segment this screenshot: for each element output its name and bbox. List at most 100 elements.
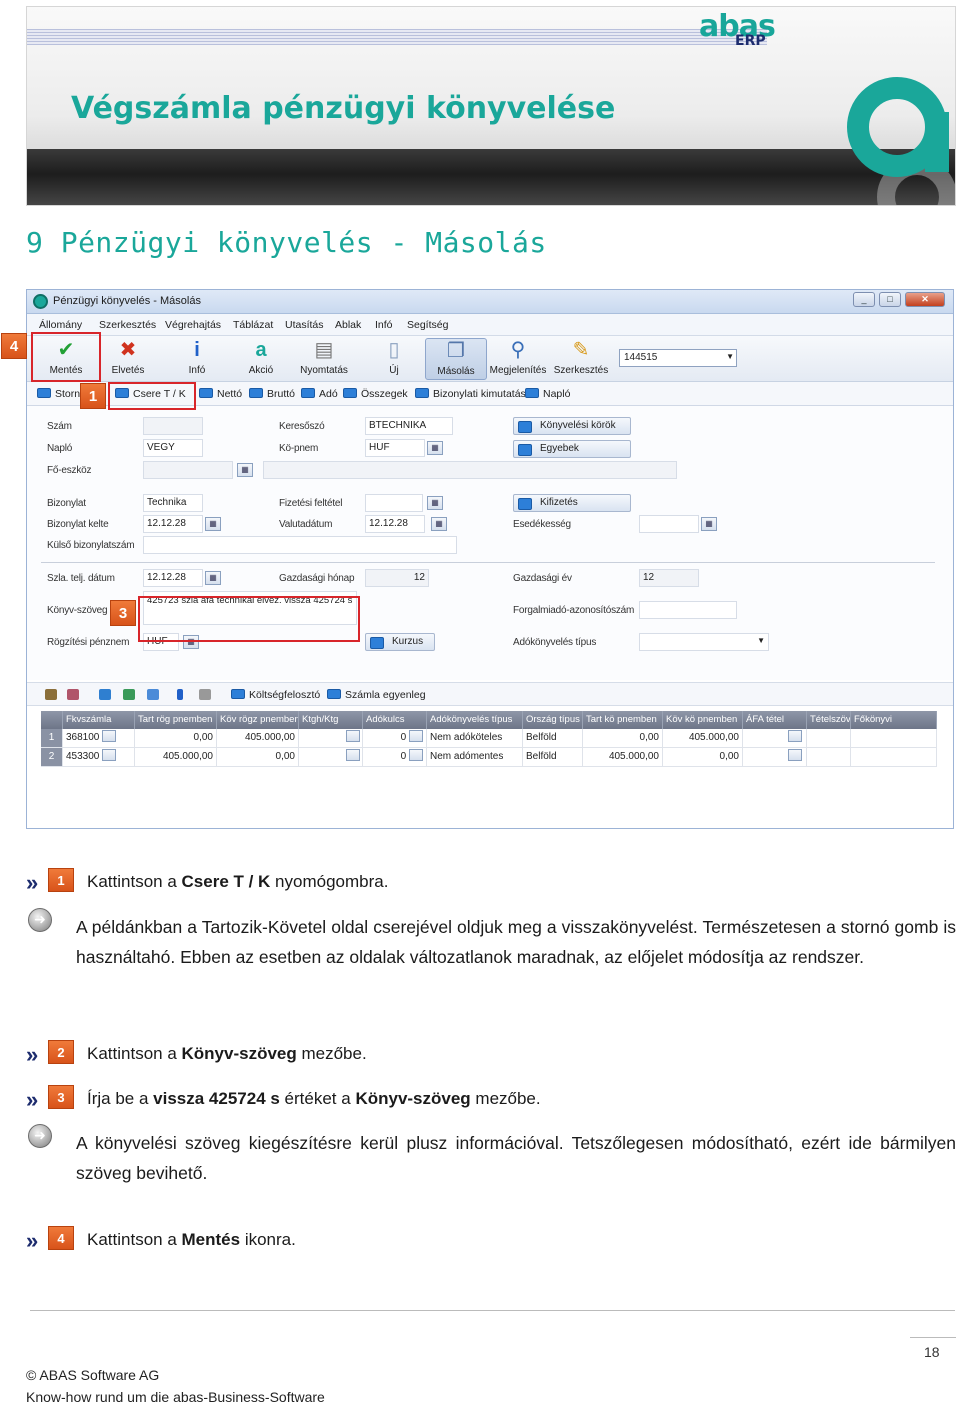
menu-ablak[interactable]: Ablak xyxy=(335,319,361,331)
forgalmi-field[interactable] xyxy=(639,601,737,619)
calendar-icon[interactable]: ▦ xyxy=(205,571,221,585)
col-orszag[interactable]: Ország típus xyxy=(523,711,583,729)
menu-utasitas[interactable]: Utasítás xyxy=(285,319,324,331)
minimize-button[interactable]: _ xyxy=(853,292,875,307)
table-row-cell[interactable]: Nem adóköteles xyxy=(427,729,523,748)
col-tart-ko[interactable]: Tart kö pnemben xyxy=(583,711,663,729)
menu-info[interactable]: Infó xyxy=(375,319,393,331)
col-fokonyvi[interactable]: Főkönyvi xyxy=(851,711,937,729)
exchange-rate-button[interactable]: Kurzus xyxy=(365,633,435,651)
kereso-field[interactable]: BTECHNIKA xyxy=(365,417,453,435)
tax-button[interactable]: Adó xyxy=(301,388,338,400)
menu-szerkesztes[interactable]: Szerkesztés xyxy=(99,319,156,331)
totals-button[interactable]: Összegek xyxy=(343,388,408,400)
menu-allomany[interactable]: Állomány xyxy=(39,319,82,331)
col-fkvszamla[interactable]: Fkvszámla xyxy=(63,711,135,729)
fizetesi-field[interactable] xyxy=(365,494,423,512)
picker-icon[interactable] xyxy=(346,749,360,761)
copy-button[interactable]: ❐ Másolás xyxy=(425,338,487,380)
table-row-cell[interactable]: 405.000,00 xyxy=(217,729,299,748)
table-row-cell[interactable]: 453300 xyxy=(63,748,135,767)
gross-button[interactable]: Bruttó xyxy=(249,388,295,400)
kulso-field[interactable] xyxy=(143,536,457,554)
col-adokulcs[interactable]: Adókulcs xyxy=(363,711,427,729)
printer-icon[interactable] xyxy=(199,689,211,700)
col-adokonyv-tipus[interactable]: Adókönyvelés típus xyxy=(427,711,523,729)
col-kov-ko[interactable]: Köv kö pnemben xyxy=(663,711,743,729)
menu-segitseg[interactable]: Segítség xyxy=(407,319,448,331)
table-row-cell[interactable]: 0,00 xyxy=(135,729,217,748)
table-row-cell[interactable]: 0 xyxy=(363,729,427,748)
table-row-cell[interactable]: Nem adómentes xyxy=(427,748,523,767)
picker-icon[interactable] xyxy=(788,730,802,742)
col-afa-tetel[interactable]: ÁFA tétel xyxy=(743,711,807,729)
insert-row-icon[interactable] xyxy=(99,689,111,700)
table-row-cell[interactable]: Belföld xyxy=(523,748,583,767)
table-row-cell[interactable] xyxy=(299,748,363,767)
table-row-cell[interactable] xyxy=(807,729,851,748)
table-row-cell[interactable]: 405.000,00 xyxy=(663,729,743,748)
table-delete-icon[interactable] xyxy=(67,689,79,700)
table-row-cell[interactable] xyxy=(851,748,937,767)
discard-button[interactable]: ✖ Elvetés xyxy=(103,338,153,380)
biz-kelte-field[interactable]: 12.12.28 xyxy=(143,515,203,533)
table-row-cell[interactable]: 368100 xyxy=(63,729,135,748)
maximize-button[interactable]: □ xyxy=(879,292,901,307)
calendar-icon[interactable]: ▦ xyxy=(205,517,221,531)
esedekesseg-field[interactable] xyxy=(639,515,699,533)
picker-icon[interactable] xyxy=(409,749,423,761)
close-button[interactable]: ✕ xyxy=(905,292,945,307)
menu-tablazat[interactable]: Táblázat xyxy=(233,319,273,331)
table-row-cell[interactable] xyxy=(851,729,937,748)
foeszkoz-field[interactable] xyxy=(143,461,233,479)
invoice-balance-button[interactable]: Számla egyenleg xyxy=(327,689,426,701)
table-row-cell[interactable]: Belföld xyxy=(523,729,583,748)
picker-icon[interactable] xyxy=(346,730,360,742)
szam-field[interactable] xyxy=(143,417,203,435)
info-button[interactable]: i Infó xyxy=(177,338,217,380)
action-button[interactable]: a Akció xyxy=(239,338,283,380)
arrows-icon[interactable] xyxy=(123,689,135,700)
copy-row-icon[interactable] xyxy=(147,689,159,700)
new-button[interactable]: ▯ Új xyxy=(379,338,409,380)
bizonylat-field[interactable]: Technika xyxy=(143,494,203,512)
fizetesi-picker[interactable]: ▦ xyxy=(427,496,443,510)
cost-allocation-button[interactable]: Költségfelosztó xyxy=(231,689,320,701)
table-row-cell[interactable]: 0 xyxy=(363,748,427,767)
table-icon[interactable] xyxy=(45,689,57,700)
table-row-cell[interactable] xyxy=(807,748,851,767)
col-kov-rogz[interactable]: Köv rögz pnemben xyxy=(217,711,299,729)
record-combo[interactable]: 144515 ▼ xyxy=(619,349,737,367)
print-button[interactable]: ▤ Nyomtatás xyxy=(293,338,355,380)
menu-vegrehajtas[interactable]: Végrehajtás xyxy=(165,319,221,331)
table-row-cell[interactable] xyxy=(743,748,807,767)
calendar-icon[interactable]: ▦ xyxy=(701,517,717,531)
kopenz-picker[interactable]: ▦ xyxy=(427,441,443,455)
journal-button[interactable]: Napló xyxy=(525,388,570,400)
table-row-cell[interactable]: 0,00 xyxy=(663,748,743,767)
picker-icon[interactable] xyxy=(102,730,117,742)
table-row-cell[interactable] xyxy=(299,729,363,748)
picker-icon[interactable] xyxy=(102,749,117,761)
document-report-button[interactable]: Bizonylati kimutatás xyxy=(415,388,526,400)
table-row-cell[interactable]: 0,00 xyxy=(583,729,663,748)
table-row-cell[interactable]: 405.000,00 xyxy=(135,748,217,767)
szla-field[interactable]: 12.12.28 xyxy=(143,569,203,587)
naplo-field[interactable]: VEGY xyxy=(143,439,203,457)
kopenz-field[interactable]: HUF xyxy=(365,439,425,457)
edit-button[interactable]: ✎ Szerkesztés xyxy=(553,338,609,380)
calendar-icon[interactable]: ▦ xyxy=(431,517,447,531)
net-button[interactable]: Nettó xyxy=(199,388,242,400)
col-tart-rog[interactable]: Tart rög pnemben xyxy=(135,711,217,729)
picker-icon[interactable] xyxy=(409,730,423,742)
col-tetelszov[interactable]: Tételszöv xyxy=(807,711,851,729)
info-icon[interactable] xyxy=(177,689,183,700)
col-ktgh[interactable]: Ktgh/Ktg xyxy=(299,711,363,729)
table-row-cell[interactable]: 405.000,00 xyxy=(583,748,663,767)
table-row-cell[interactable]: 0,00 xyxy=(217,748,299,767)
valuta-field[interactable]: 12.12.28 xyxy=(365,515,425,533)
view-button[interactable]: ⚲ Megjelenítés xyxy=(489,338,547,380)
foeszkoz-picker[interactable]: ▦ xyxy=(237,463,253,477)
accounting-circles-button[interactable]: Könyvelési körök xyxy=(513,417,631,435)
payment-button[interactable]: Kifizetés xyxy=(513,494,631,512)
